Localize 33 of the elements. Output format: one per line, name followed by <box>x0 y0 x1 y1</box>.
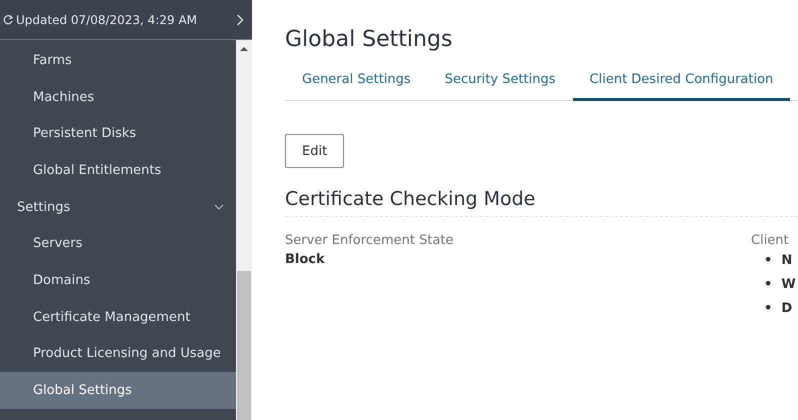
bullet: • <box>764 300 772 317</box>
sidebar-item[interactable]: Persistent Disks <box>0 115 236 152</box>
bullet: • <box>764 252 772 269</box>
field-label: Client <box>751 233 790 248</box>
field-value: Block <box>285 252 326 267</box>
section-title: Certificate Checking Mode <box>285 188 798 217</box>
scroll-up-icon[interactable] <box>240 47 248 51</box>
sidebar-item[interactable]: Servers <box>0 225 236 262</box>
tab[interactable]: Client Desired Configuration <box>572 64 790 101</box>
scrollbar[interactable] <box>236 40 252 420</box>
tab[interactable]: General Settings <box>285 64 428 101</box>
tab[interactable]: Security Settings <box>428 64 573 101</box>
sidebar-item[interactable]: Domains <box>0 262 236 299</box>
scrollbar-thumb[interactable] <box>237 271 251 420</box>
chevron-down-icon[interactable] <box>214 204 224 210</box>
field-label: Server Enforcement State <box>285 233 454 248</box>
sidebar-item[interactable]: Farms <box>0 42 236 79</box>
page-title: Global Settings <box>285 27 454 52</box>
list-item: D <box>781 300 792 317</box>
sidebar-item[interactable]: Global Entitlements <box>0 152 236 189</box>
sidebar-item[interactable]: Machines <box>0 78 236 116</box>
bullet: • <box>764 276 772 293</box>
sidebar-item[interactable]: Global Settings <box>0 372 236 409</box>
updated-timestamp: Updated 07/08/2023, 4:29 AM <box>16 12 198 26</box>
sidebar-group-label: Settings <box>17 200 70 215</box>
chevron-right-icon[interactable] <box>236 14 244 26</box>
list-item: W <box>781 276 796 293</box>
sidebar-group[interactable]: Settings <box>0 188 236 226</box>
sidebar-item[interactable]: Product Licensing and Usage <box>0 336 236 372</box>
list-item: N <box>781 252 792 269</box>
sidebar-item[interactable]: Certificate Management <box>0 298 236 336</box>
edit-button[interactable]: Edit <box>285 134 344 168</box>
refresh-icon[interactable] <box>3 14 13 26</box>
